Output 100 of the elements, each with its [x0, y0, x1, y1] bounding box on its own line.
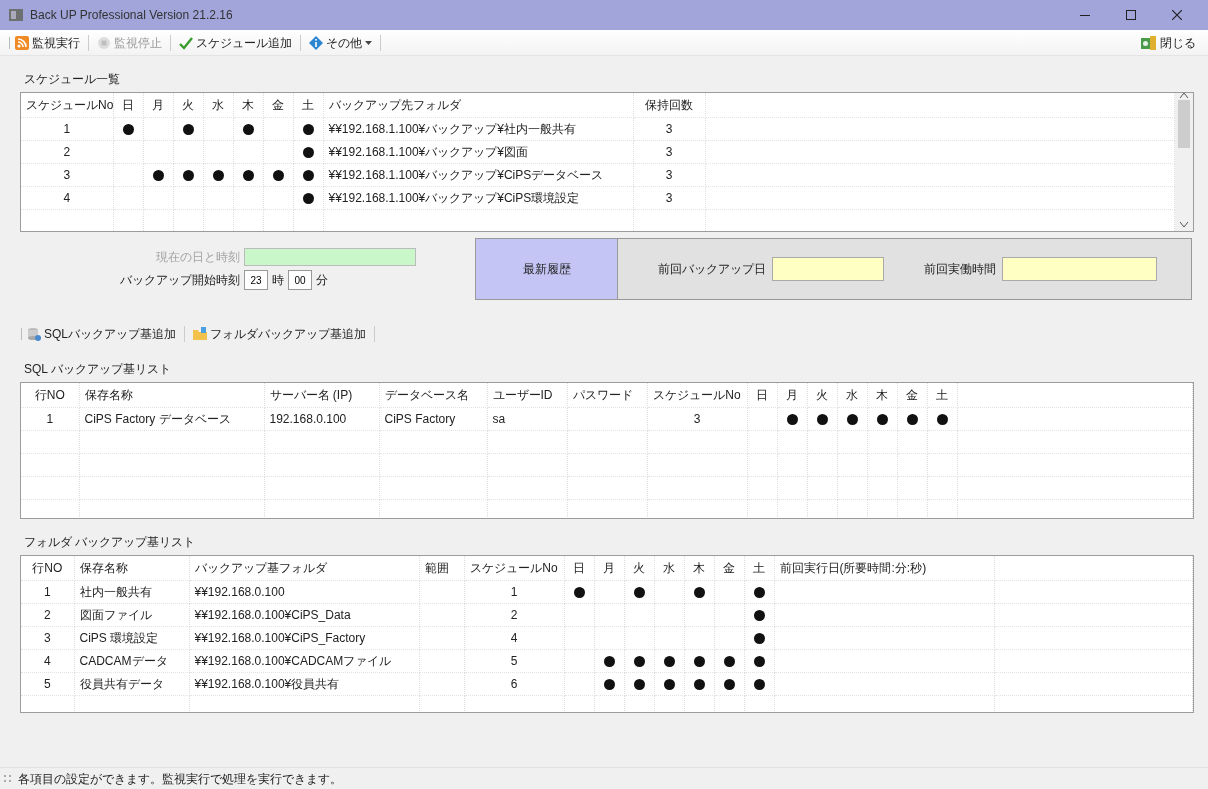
column-header[interactable]: 木 — [867, 383, 897, 407]
table-cell: 4 — [21, 186, 113, 209]
table-cell: 4 — [21, 649, 74, 672]
table-cell: CADCAMデータ — [74, 649, 189, 672]
table-cell: ¥¥192.168.0.100¥CiPS_Factory — [189, 626, 419, 649]
table-cell: CiPS Factory データベース — [79, 407, 264, 430]
unit-label: 時 — [272, 272, 284, 289]
column-header[interactable]: 土 — [927, 383, 957, 407]
table-cell: 役員共有データ — [74, 672, 189, 695]
maximize-icon — [1126, 10, 1136, 20]
column-header[interactable]: 水 — [203, 93, 233, 117]
table-cell: 1 — [21, 117, 113, 140]
column-header[interactable]: 範囲 — [419, 556, 464, 580]
column-header[interactable]: 水 — [837, 383, 867, 407]
column-header[interactable]: バックアップ先フォルダ — [323, 93, 633, 117]
table-cell: 2 — [464, 603, 564, 626]
table-cell: CiPS Factory — [379, 407, 487, 430]
minute-field[interactable]: 00 — [288, 270, 312, 290]
table-cell: 6 — [464, 672, 564, 695]
window-title: Back UP Professional Version 21.2.16 — [30, 7, 233, 24]
column-header[interactable]: 日 — [564, 556, 594, 580]
history-title: 最新履歴 — [476, 239, 618, 299]
column-header[interactable]: 保持回数 — [633, 93, 705, 117]
column-header[interactable]: 月 — [143, 93, 173, 117]
field-label: バックアップ開始時刻 — [119, 272, 240, 289]
toolbar-button[interactable]: フォルダバックアップ基追加 — [189, 324, 370, 344]
table-cell: 3 — [633, 140, 705, 163]
table-cell: 192.168.0.100 — [264, 407, 379, 430]
column-header[interactable]: 木 — [684, 556, 714, 580]
current-time-field[interactable] — [244, 248, 416, 266]
column-header[interactable]: ユーザーID — [487, 383, 567, 407]
scroll-up-icon — [1180, 93, 1188, 98]
column-header[interactable]: 水 — [654, 556, 684, 580]
column-header[interactable]: 前回実行日(所要時間:分:秒) — [774, 556, 994, 580]
toolbar-button[interactable]: スケジュール追加 — [175, 32, 296, 53]
column-header[interactable]: 保存名称 — [74, 556, 189, 580]
column-header[interactable]: バックアップ基フォルダ — [189, 556, 419, 580]
grip-icon — [8, 35, 11, 50]
table-cell: 3 — [21, 626, 74, 649]
column-header[interactable]: スケジュールNo — [464, 556, 564, 580]
table-cell: 5 — [21, 672, 74, 695]
column-header[interactable]: 木 — [233, 93, 263, 117]
scrollbar-thumb[interactable] — [1178, 100, 1190, 148]
table-cell: ¥¥192.168.1.100¥バックアップ¥CiPSデータベース — [323, 163, 633, 186]
unit-label: 分 — [316, 272, 328, 289]
section-label: スケジュール一覧 — [24, 71, 121, 88]
info-icon — [309, 35, 323, 50]
column-header[interactable]: スケジュールNo — [647, 383, 747, 407]
column-header[interactable]: 火 — [173, 93, 203, 117]
field-label: 前回実働時間 — [924, 261, 996, 278]
column-header[interactable]: 金 — [714, 556, 744, 580]
field-label: 前回バックアップ日 — [658, 261, 766, 278]
table-cell: ¥¥192.168.1.100¥バックアップ¥図面 — [323, 140, 633, 163]
close-app-button[interactable]: 閉じる — [1137, 32, 1200, 53]
last-backup-field[interactable] — [772, 257, 884, 281]
column-header[interactable]: 行NO — [21, 383, 79, 407]
table-cell: 4 — [464, 626, 564, 649]
table-cell: ¥¥192.168.0.100¥役員共有 — [189, 672, 419, 695]
table-cell: 図面ファイル — [74, 603, 189, 626]
folder-icon — [193, 327, 207, 341]
column-header[interactable]: 火 — [807, 383, 837, 407]
door-icon — [1141, 35, 1157, 50]
column-header[interactable]: 保存名称 — [79, 383, 264, 407]
toolbar-button[interactable]: SQLバックアップ基追加 — [23, 324, 180, 344]
scrollbar[interactable] — [1175, 93, 1193, 231]
column-header[interactable]: 土 — [293, 93, 323, 117]
column-header[interactable]: スケジュールNo — [21, 93, 113, 117]
table-cell: 3 — [633, 163, 705, 186]
toolbar-button[interactable]: 監視実行 — [11, 32, 84, 53]
column-header[interactable]: パスワード — [567, 383, 647, 407]
column-header[interactable]: サーバー名 (IP) — [264, 383, 379, 407]
column-header[interactable]: 日 — [747, 383, 777, 407]
column-header[interactable]: 土 — [744, 556, 774, 580]
column-header[interactable]: 月 — [777, 383, 807, 407]
toolbar-button[interactable]: その他 — [305, 32, 376, 53]
field-label: 現在の日と時刻 — [155, 249, 240, 266]
table-cell: 3 — [21, 163, 113, 186]
column-header[interactable]: データベース名 — [379, 383, 487, 407]
grip-icon — [20, 327, 23, 341]
table-cell: 3 — [647, 407, 747, 430]
column-header[interactable]: 金 — [263, 93, 293, 117]
hour-field[interactable]: 23 — [244, 270, 268, 290]
check-icon — [179, 35, 193, 50]
table-cell: CiPS 環境設定 — [74, 626, 189, 649]
table-cell: 3 — [633, 186, 705, 209]
table-cell: 3 — [633, 117, 705, 140]
database-add-icon — [27, 327, 41, 341]
column-header[interactable]: 火 — [624, 556, 654, 580]
column-header[interactable]: 月 — [594, 556, 624, 580]
table-cell: 2 — [21, 603, 74, 626]
column-header[interactable]: 日 — [113, 93, 143, 117]
column-header[interactable]: 金 — [897, 383, 927, 407]
table-cell: ¥¥192.168.0.100 — [189, 580, 419, 603]
column-header[interactable]: 行NO — [21, 556, 74, 580]
table-cell: ¥¥192.168.0.100¥CiPS_Data — [189, 603, 419, 626]
table-cell: ¥¥192.168.1.100¥バックアップ¥社内一般共有 — [323, 117, 633, 140]
stop-icon — [97, 35, 111, 50]
table-cell: 1 — [464, 580, 564, 603]
last-runtime-field[interactable] — [1002, 257, 1157, 281]
close-icon — [1172, 10, 1182, 20]
